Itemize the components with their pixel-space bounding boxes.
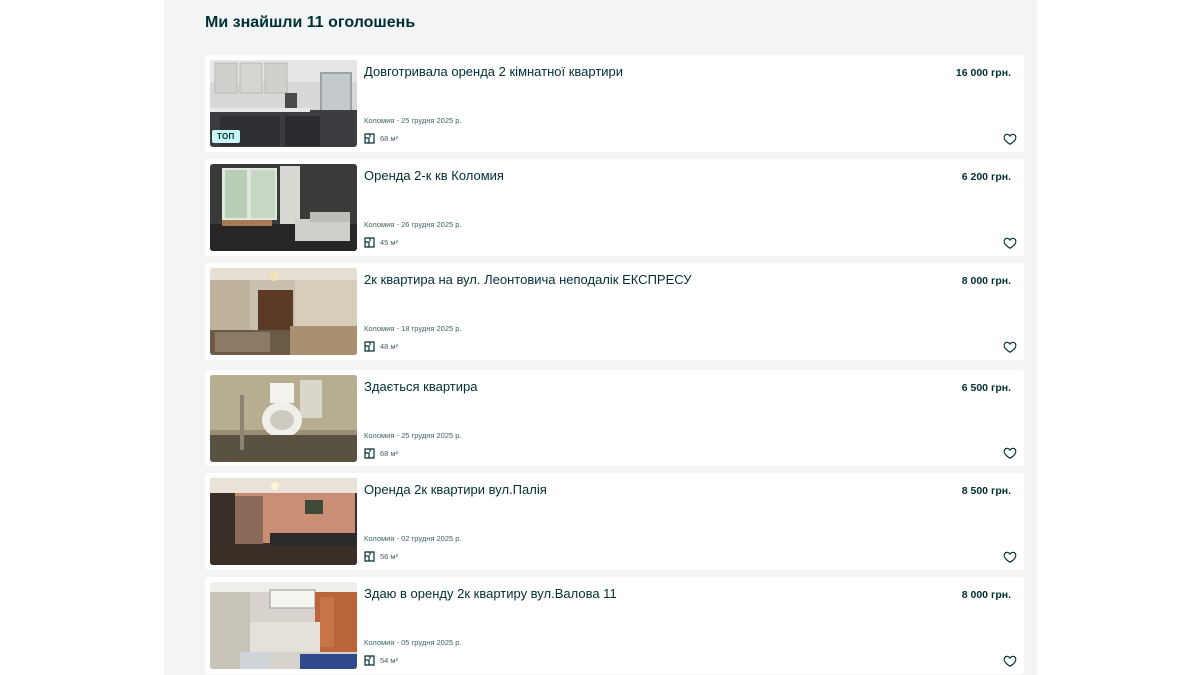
results-heading: Ми знайшли 11 оголошень — [205, 14, 416, 31]
listing-area: 54 м² — [364, 655, 398, 666]
listing-card[interactable]: ТОП Довготривала оренда 2 кімнатної квар… — [205, 55, 1024, 152]
top-badge: ТОП — [212, 130, 240, 143]
listing-title[interactable]: Оренда 2к квартири вул.Палія — [364, 482, 547, 497]
listing-price: 16 000 грн. — [955, 67, 1011, 79]
listing-title[interactable]: Здаю в оренду 2к квартиру вул.Валова 11 — [364, 586, 617, 601]
listing-photo[interactable] — [210, 582, 357, 669]
listing-location-date: Коломия - 25 грудня 2025 р. — [364, 431, 462, 440]
listing-price: 6 200 грн. — [961, 171, 1011, 183]
listing-area-text: 56 м² — [380, 552, 399, 561]
listing-area-text: 54 м² — [380, 656, 399, 665]
favorite-heart-icon[interactable] — [1003, 236, 1017, 250]
listing-location-date: Коломия - 26 грудня 2025 р. — [364, 220, 462, 229]
listing-photo[interactable] — [210, 268, 357, 355]
listing-area: 45 м² — [364, 237, 398, 248]
favorite-heart-icon[interactable] — [1003, 340, 1017, 354]
floor-plan-icon — [364, 237, 375, 248]
favorite-heart-icon[interactable] — [1003, 132, 1017, 146]
listing-price: 8 000 грн. — [961, 589, 1011, 601]
floor-plan-icon — [364, 551, 375, 562]
listing-photo[interactable] — [210, 478, 357, 565]
listing-card[interactable]: 2к квартира на вул. Леонтовича неподалік… — [205, 263, 1024, 360]
listing-photo[interactable] — [210, 164, 357, 251]
listing-location-date: Коломия - 25 грудня 2025 р. — [364, 116, 462, 125]
listing-card[interactable]: Оренда 2к квартири вул.Палія 8 500 грн. … — [205, 473, 1024, 570]
listing-title[interactable]: Оренда 2-к кв Коломия — [364, 168, 504, 183]
listing-card[interactable]: Здається квартира 6 500 грн. Коломия - 2… — [205, 370, 1024, 466]
listing-price: 8 500 грн. — [961, 485, 1011, 497]
listing-list: ТОП Довготривала оренда 2 кімнатної квар… — [205, 55, 1024, 675]
floor-plan-icon — [364, 655, 375, 666]
listing-title[interactable]: 2к квартира на вул. Леонтовича неподалік… — [364, 272, 691, 287]
listing-area: 68 м² — [364, 133, 398, 144]
listing-area: 48 м² — [364, 341, 398, 352]
listing-title[interactable]: Здається квартира — [364, 379, 477, 394]
listing-area-text: 68 м² — [380, 449, 399, 458]
listing-area: 68 м² — [364, 448, 398, 459]
listing-price: 8 000 грн. — [961, 275, 1011, 287]
favorite-heart-icon[interactable] — [1003, 446, 1017, 460]
listing-title[interactable]: Довготривала оренда 2 кімнатної квартири — [364, 64, 623, 79]
floor-plan-icon — [364, 341, 375, 352]
floor-plan-icon — [364, 448, 375, 459]
listing-area-text: 48 м² — [380, 342, 399, 351]
favorite-heart-icon[interactable] — [1003, 654, 1017, 668]
floor-plan-icon — [364, 133, 375, 144]
listing-location-date: Коломия - 18 грудня 2025 р. — [364, 324, 462, 333]
listing-area-text: 68 м² — [380, 134, 399, 143]
favorite-heart-icon[interactable] — [1003, 550, 1017, 564]
listing-card[interactable]: Оренда 2-к кв Коломия 6 200 грн. Коломия… — [205, 159, 1024, 256]
listing-area: 56 м² — [364, 551, 398, 562]
listing-photo[interactable] — [210, 375, 357, 462]
listing-photo[interactable]: ТОП — [210, 60, 357, 147]
listing-location-date: Коломия - 02 грудня 2025 р. — [364, 534, 462, 543]
listing-area-text: 45 м² — [380, 238, 399, 247]
listing-location-date: Коломия - 05 грудня 2025 р. — [364, 638, 462, 647]
listing-card[interactable]: Здаю в оренду 2к квартиру вул.Валова 11 … — [205, 577, 1024, 674]
listing-price: 6 500 грн. — [961, 382, 1011, 394]
search-results-panel: Ми знайшли 11 оголошень ТОП Довготривала… — [164, 0, 1037, 675]
